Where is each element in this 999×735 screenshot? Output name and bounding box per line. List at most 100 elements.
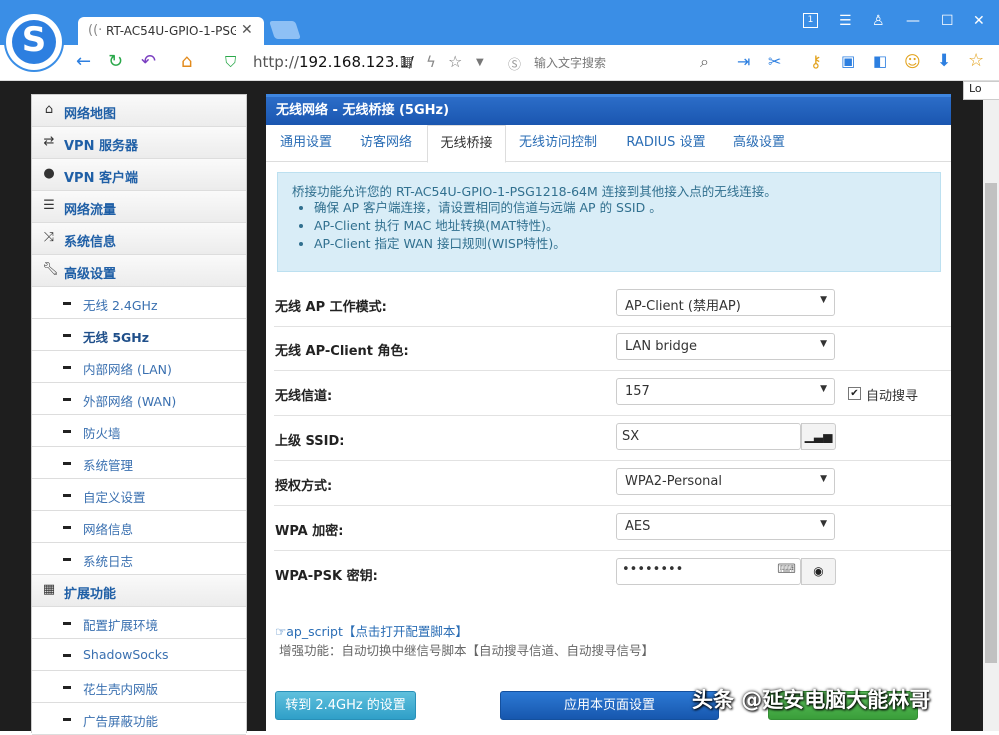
encryption-label: WPA 加密:	[275, 524, 344, 539]
sidebar-sub-firewall[interactable]: 防火墙	[32, 415, 246, 447]
info-bullet: AP-Client 指定 WAN 接口规则(WISP特性)。	[314, 235, 662, 253]
wrench-icon: 🔧︎	[42, 262, 59, 277]
sidebar-item-system-info[interactable]: ⤨ 系统信息	[32, 223, 246, 255]
sub-item-label: 防火墙	[83, 426, 121, 441]
tab-advanced[interactable]: 高级设置	[724, 125, 794, 161]
login-icon[interactable]: ⇥	[737, 52, 750, 71]
skin-icon[interactable]: ♙	[872, 13, 885, 29]
tab-guest[interactable]: 访客网络	[346, 125, 426, 161]
ssid-input[interactable]: SX	[616, 423, 801, 450]
translate-icon[interactable]: ▣	[841, 52, 855, 70]
sidebar-sub-wireless-24[interactable]: 无线 2.4GHz	[32, 287, 246, 319]
channel-value: 157	[625, 384, 650, 399]
scissors-icon[interactable]: ✂	[768, 52, 781, 71]
auth-value: WPA2-Personal	[625, 474, 722, 489]
ap-mode-select[interactable]: AP-Client (禁用AP) ▼	[616, 289, 835, 316]
sidebar-item-label: 系统信息	[64, 235, 117, 250]
new-tab-button[interactable]	[269, 21, 301, 39]
tab-radius[interactable]: RADIUS 设置	[618, 125, 714, 161]
sidebar-sub-custom[interactable]: 自定义设置	[32, 479, 246, 511]
qr-icon[interactable]: ▦	[400, 54, 413, 70]
sidebar-item-vpn-server[interactable]: ⇄ VPN 服务器	[32, 127, 246, 159]
bookmark-star-icon[interactable]: ☆	[448, 52, 462, 71]
encryption-value: AES	[625, 519, 651, 534]
sub-item-label: 无线 5GHz	[83, 330, 150, 345]
sidebar-sub-syslog[interactable]: 系统日志	[32, 543, 246, 575]
ap-script-link-text: ap_script【点击打开配置脚本】	[286, 624, 468, 639]
corner-tooltip: Lo	[963, 81, 999, 100]
client-role-select[interactable]: LAN bridge ▼	[616, 333, 835, 360]
info-intro: 桥接功能允许您的 RT-AC54U-GPIO-1-PSG1218-64M 连接到…	[292, 184, 777, 199]
sidebar-item-network-map[interactable]: ⌂ 网络地图	[32, 95, 246, 127]
ap-script-link[interactable]: ☞ap_script【点击打开配置脚本】	[275, 621, 468, 640]
list-icon: ☰	[43, 198, 55, 213]
goto-24ghz-button[interactable]: 转到 2.4GHz 的设置	[275, 691, 416, 720]
browser-toolbar: ← ↻ ↶ ⌂ ⛉ http://192.168.123.1/ ▦ ϟ ☆ ▼ …	[0, 45, 999, 81]
back-icon[interactable]: ←	[76, 51, 91, 72]
menu-icon[interactable]: ☰	[839, 13, 852, 29]
keyboard-icon[interactable]: ⌨	[777, 562, 796, 577]
sidebar-sub-wireless-5[interactable]: 无线 5GHz	[32, 319, 246, 351]
tab-title: RT-AC54U-GPIO-1-PSG	[106, 24, 236, 38]
undo-icon[interactable]: ↶	[141, 51, 156, 72]
sidebar-sub-lan[interactable]: 内部网络 (LAN)	[32, 351, 246, 383]
grid-icon: ▦	[42, 582, 56, 597]
sidebar-sub-netinfo[interactable]: 网络信息	[32, 511, 246, 543]
refresh-icon[interactable]: ↻	[108, 51, 123, 72]
minimize-icon[interactable]: —	[906, 13, 920, 29]
tab-list-icon[interactable]: 1	[803, 13, 818, 28]
home-icon[interactable]: ⌂	[181, 51, 192, 72]
download-icon[interactable]: ⬇	[937, 51, 951, 71]
scrollbar-thumb[interactable]	[985, 183, 997, 663]
sidebar-sub-adblock[interactable]: 广告屏蔽功能	[32, 703, 246, 735]
watermark: 头条 @延安电脑大能林哥	[692, 688, 931, 712]
dropdown-icon[interactable]: ▼	[476, 57, 484, 68]
exchange-icon: ⇄	[43, 134, 55, 149]
tab-general[interactable]: 通用设置	[266, 125, 346, 161]
search-icon[interactable]: ⌕	[700, 52, 709, 72]
site-survey-button[interactable]: ▁▃▅	[801, 423, 836, 450]
auto-search-checkbox[interactable]: ✔	[848, 387, 861, 400]
address-bar[interactable]: http://192.168.123.1/	[253, 53, 414, 71]
more-icon[interactable]: ☺	[904, 52, 921, 71]
sidebar-item-vpn-client[interactable]: ● VPN 客户端	[32, 159, 246, 191]
sidebar-item-traffic[interactable]: ☰ 网络流量	[32, 191, 246, 223]
secure-shield-icon: ⛉	[225, 53, 237, 71]
search-input[interactable]: 输入文字搜索	[534, 54, 606, 71]
maximize-icon[interactable]: ☐	[941, 13, 954, 29]
sidebar-item-extensions[interactable]: ▦ 扩展功能	[32, 575, 246, 607]
search-engine-icon[interactable]: Ⓢ	[508, 54, 521, 73]
globe-icon: ●	[43, 166, 55, 181]
page-scrollbar[interactable]	[983, 81, 999, 731]
apply-button[interactable]: 应用本页面设置	[500, 691, 719, 720]
panel-title: 无线网络 - 无线桥接 (5GHz)	[266, 94, 951, 125]
sidebar-sub-wan[interactable]: 外部网络 (WAN)	[32, 383, 246, 415]
key-icon[interactable]: ⚷	[810, 52, 822, 71]
sidebar-sub-oray[interactable]: 花生壳内网版	[32, 671, 246, 703]
address-host: 192.168.123.1/	[298, 53, 414, 71]
row-auth: 授权方式: WPA2-Personal ▼	[274, 461, 951, 506]
favorites-star-icon[interactable]: ☆	[968, 50, 984, 71]
show-password-button[interactable]: ◉	[801, 558, 836, 585]
sidebar-item-advanced[interactable]: 🔧︎ 高级设置	[32, 255, 246, 287]
hand-point-icon: ☞	[275, 624, 287, 639]
channel-select[interactable]: 157 ▼	[616, 378, 835, 405]
tab-access-control[interactable]: 无线访问控制	[508, 125, 608, 161]
sidebar-sub-shadowsocks[interactable]: ShadowSocks	[32, 639, 246, 671]
close-window-icon[interactable]: ✕	[973, 13, 985, 29]
auto-search-label: 自动搜寻	[866, 389, 919, 404]
browser-tab[interactable]: ((· RT-AC54U-GPIO-1-PSG ✕	[78, 17, 264, 45]
screenshot-icon[interactable]: ◧	[873, 52, 887, 70]
info-alert: 桥接功能允许您的 RT-AC54U-GPIO-1-PSG1218-64M 连接到…	[277, 172, 941, 272]
sidebar-item-label: 网络流量	[64, 203, 117, 218]
lightning-icon[interactable]: ϟ	[426, 53, 436, 71]
tab-bridge[interactable]: 无线桥接	[427, 125, 506, 163]
auth-select[interactable]: WPA2-Personal ▼	[616, 468, 835, 495]
sidebar-item-label: VPN 客户端	[64, 171, 138, 186]
psk-input[interactable]: •••••••• ⌨	[616, 558, 801, 585]
encryption-select[interactable]: AES ▼	[616, 513, 835, 540]
sidebar-sub-admin[interactable]: 系统管理	[32, 447, 246, 479]
sub-item-label: 网络信息	[83, 522, 134, 537]
sidebar-sub-ext-env[interactable]: 配置扩展环境	[32, 607, 246, 639]
close-tab-icon[interactable]: ✕	[241, 22, 253, 38]
